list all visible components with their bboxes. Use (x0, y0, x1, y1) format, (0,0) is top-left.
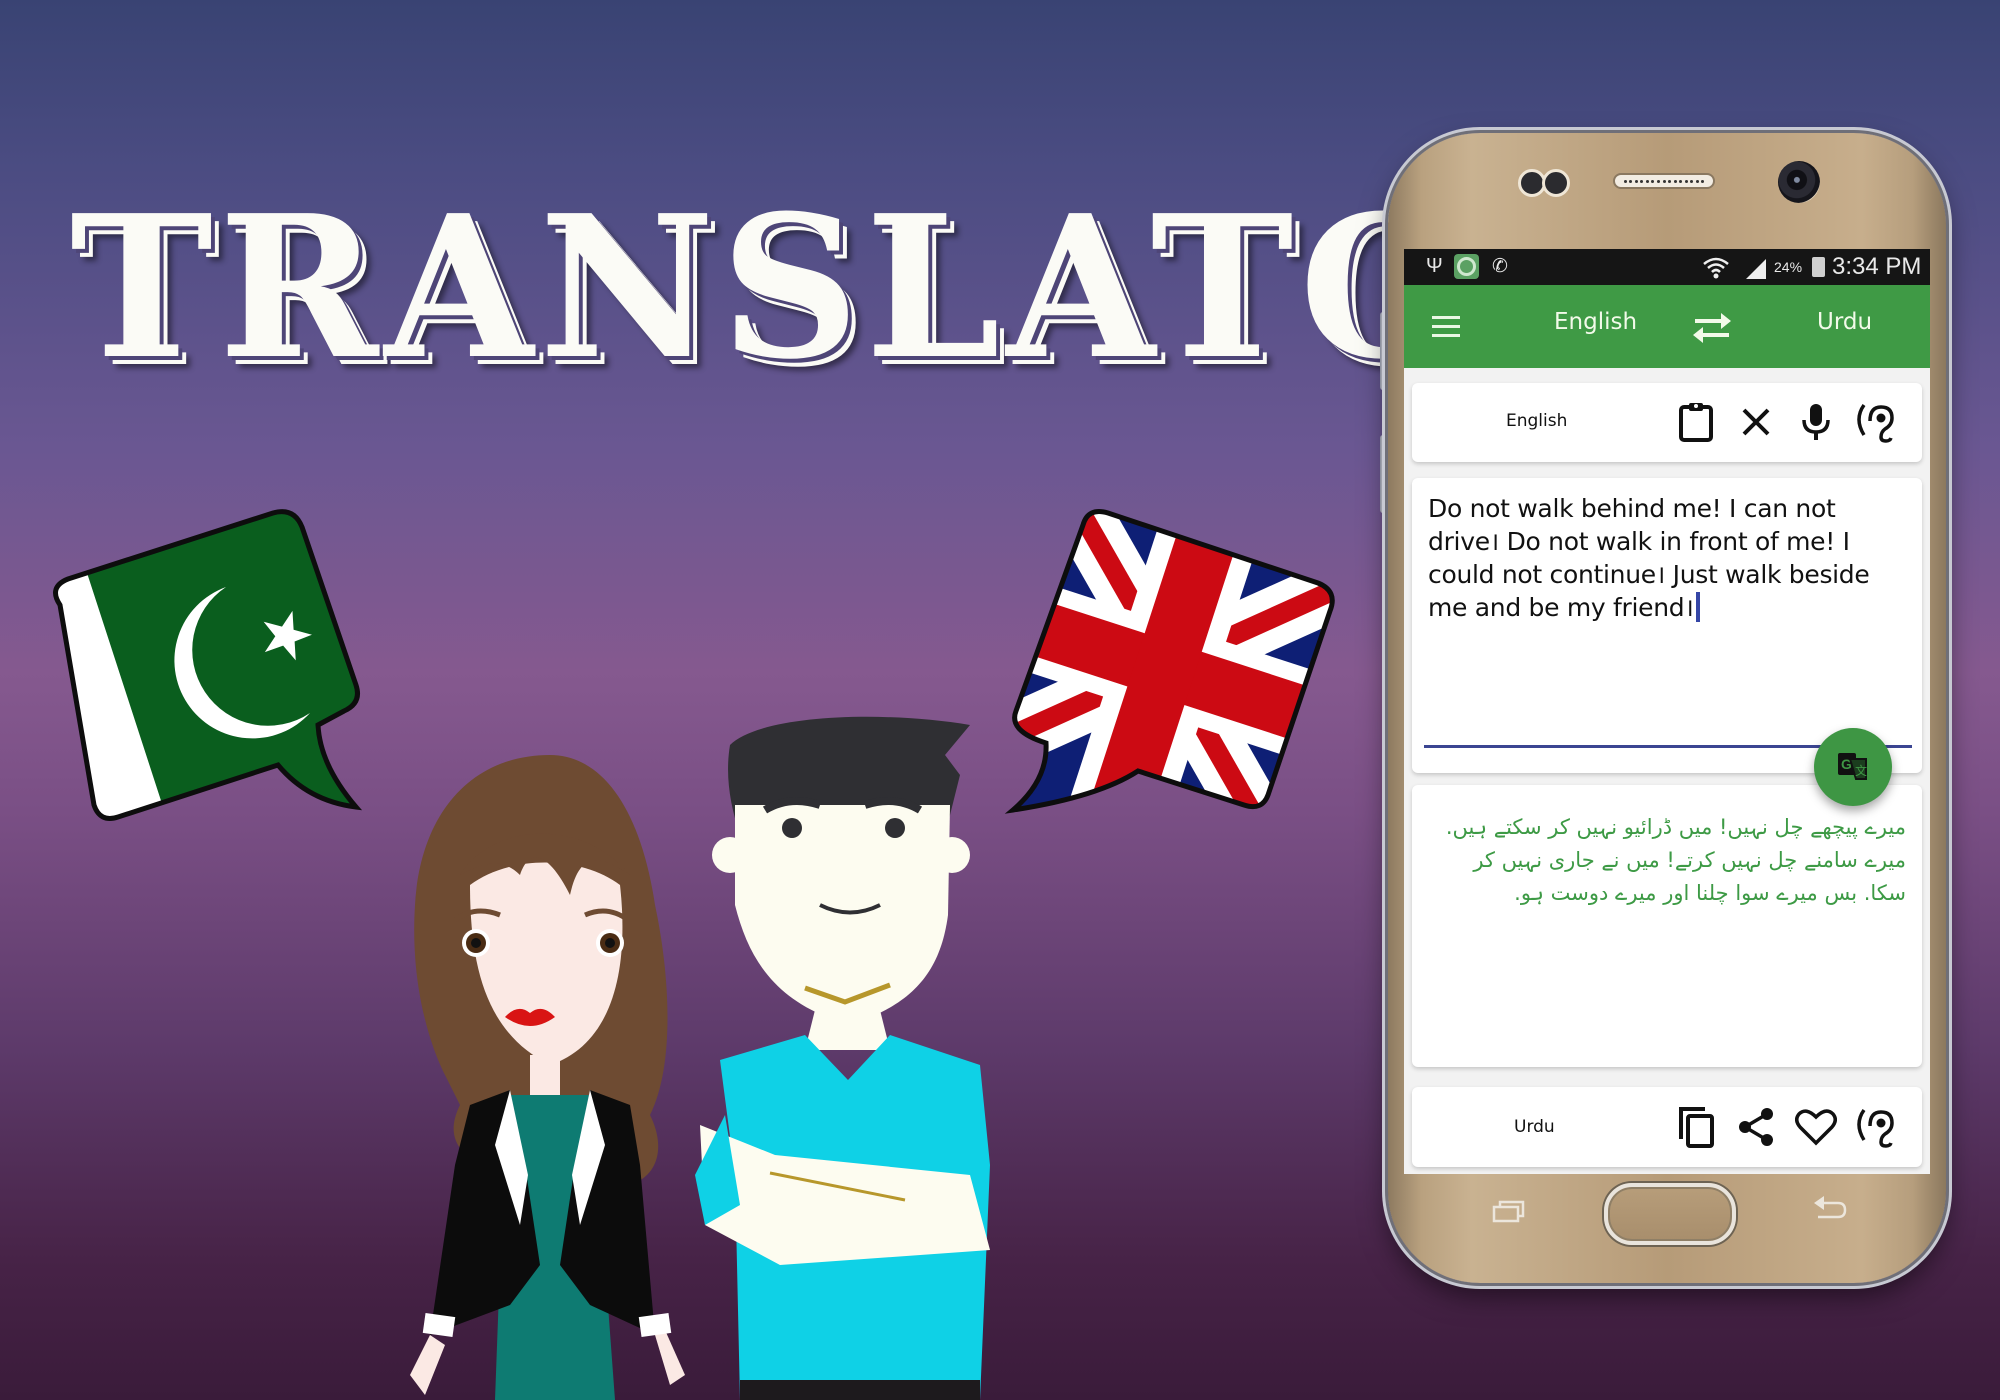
share-icon (1739, 1108, 1773, 1146)
swap-arrows-icon[interactable] (1691, 311, 1733, 345)
voice-input-button[interactable] (1794, 400, 1838, 444)
app-title: TRANSLATOR (70, 173, 1639, 403)
google-translate-icon: G 文 (1838, 753, 1867, 780)
home-key[interactable] (1604, 1183, 1736, 1245)
signal-icon (1746, 259, 1766, 279)
face (735, 805, 950, 1025)
man-character (695, 716, 990, 1400)
text-cursor (1695, 592, 1700, 622)
volume-up-button (1380, 312, 1386, 390)
light-sensor (1542, 169, 1570, 197)
translate-button[interactable]: G 文 (1814, 728, 1892, 806)
battery-icon (1812, 257, 1825, 277)
status-bar: Ψ ✆ 24% 3:34 PM (1404, 249, 1930, 285)
source-language-selector[interactable]: English (1554, 309, 1637, 335)
source-language-label: English (1506, 411, 1568, 431)
copy-icon (1679, 1107, 1714, 1148)
hearing-icon (1857, 403, 1894, 443)
pakistan-flag-bubble (53, 509, 363, 821)
target-language-label: Urdu (1514, 1117, 1555, 1137)
back-key[interactable] (1812, 1195, 1848, 1221)
volume-down-button (1380, 435, 1386, 513)
heart-icon (1795, 1109, 1837, 1146)
uk-flag-bubble (1004, 509, 1335, 814)
battery-percent: 24% (1774, 259, 1803, 275)
favorite-button[interactable] (1794, 1105, 1838, 1149)
clear-button[interactable] (1734, 400, 1778, 444)
hamburger-menu-icon[interactable] (1432, 315, 1462, 339)
phone-device: Ψ ✆ 24% 3:34 PM English Urdu English Do … (1388, 133, 1946, 1283)
app-toolbar: English Urdu (1404, 285, 1930, 368)
hearing-icon (1857, 1108, 1894, 1148)
svg-text:文: 文 (1855, 763, 1867, 778)
source-text-input[interactable]: Do not walk behind me! I can not drive। … (1428, 492, 1908, 624)
phone-screen: Ψ ✆ 24% 3:34 PM English Urdu English Do … (1404, 249, 1930, 1174)
paste-button[interactable] (1674, 400, 1718, 444)
translation-output-card: میرے پیچھے چل نہیں! میں ڈرائیو نہیں کر س… (1412, 785, 1922, 1067)
call-alert-icon: ✆ (1492, 256, 1508, 277)
usb-icon: Ψ (1426, 255, 1443, 277)
target-language-selector[interactable]: Urdu (1817, 309, 1872, 335)
listen-source-button[interactable] (1854, 400, 1898, 444)
microphone-icon (1802, 404, 1830, 440)
earpiece-speaker (1613, 173, 1715, 189)
close-icon (1742, 408, 1770, 436)
front-camera (1778, 161, 1820, 203)
translated-text: میرے پیچھے چل نہیں! میں ڈرائیو نہیں کر س… (1445, 815, 1906, 905)
woman-character (410, 755, 685, 1400)
app-notification-icon (1454, 254, 1479, 279)
source-language-bar: English (1412, 383, 1922, 462)
copy-button[interactable] (1674, 1105, 1718, 1149)
clipboard-icon (1679, 403, 1713, 442)
target-language-bar: Urdu (1412, 1087, 1922, 1167)
listen-translation-button[interactable] (1854, 1105, 1898, 1149)
clock: 3:34 PM (1832, 253, 1922, 280)
recent-apps-key[interactable] (1492, 1199, 1526, 1223)
wifi-icon (1703, 257, 1729, 279)
share-button[interactable] (1734, 1105, 1778, 1149)
